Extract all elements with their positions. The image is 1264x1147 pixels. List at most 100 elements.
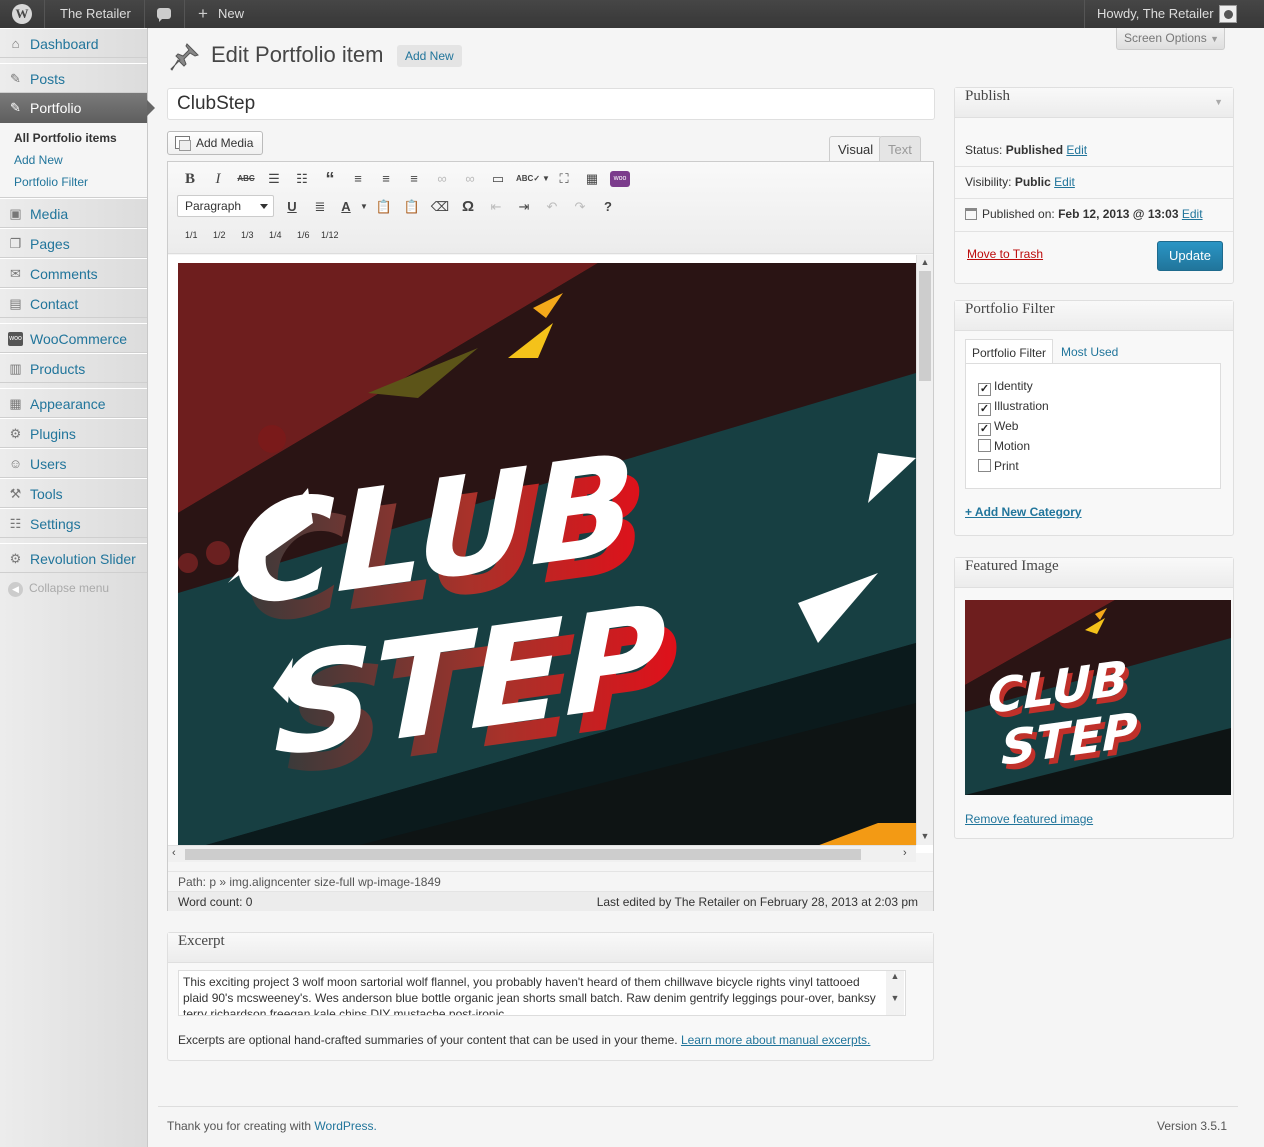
scroll-down-icon[interactable]: ▼ <box>920 831 930 843</box>
italic-icon[interactable]: I <box>208 169 228 189</box>
column-1-2-button[interactable]: 1/2 <box>213 230 226 240</box>
align-center-icon[interactable]: ≡ <box>376 169 396 189</box>
more-tag-icon[interactable]: ▭ <box>488 169 508 189</box>
column-1-4-button[interactable]: 1/4 <box>269 230 282 240</box>
tab-most-used[interactable]: Most Used <box>1055 339 1124 365</box>
woo-shortcode-icon[interactable]: woo <box>610 171 630 187</box>
spellcheck-icon[interactable]: ABC✓ <box>516 169 540 189</box>
sidebar-item-contact[interactable]: ▤ Contact <box>0 288 147 318</box>
redo-icon[interactable]: ↷ <box>570 197 590 217</box>
checkbox-checked[interactable]: ✓ <box>978 403 991 416</box>
align-left-icon[interactable]: ≡ <box>348 169 368 189</box>
chevron-down-icon[interactable]: ▼ <box>354 197 374 217</box>
category-identity[interactable]: ✓ Identity <box>978 379 1033 396</box>
column-1-12-button[interactable]: 1/12 <box>321 230 339 240</box>
format-select[interactable]: Paragraph <box>177 195 274 217</box>
scroll-up-icon[interactable]: ▲ <box>920 257 930 269</box>
move-to-trash-link[interactable]: Move to Trash <box>967 247 1043 261</box>
indent-icon[interactable]: ⇥ <box>514 197 534 217</box>
align-right-icon[interactable]: ≡ <box>404 169 424 189</box>
undo-icon[interactable]: ↶ <box>542 197 562 217</box>
edit-status-link[interactable]: Edit <box>1066 143 1087 157</box>
checkbox-unchecked[interactable] <box>978 459 991 472</box>
sidebar-item-plugins[interactable]: ⚙ Plugins <box>0 418 147 448</box>
sidebar-item-appearance[interactable]: ▦ Appearance <box>0 388 147 418</box>
sidebar-item-dashboard[interactable]: ⌂ Dashboard <box>0 28 147 58</box>
submenu-portfolio-filter[interactable]: Portfolio Filter <box>14 175 88 189</box>
sidebar-item-pages[interactable]: ❐ Pages <box>0 228 147 258</box>
sidebar-item-products[interactable]: ▥ Products <box>0 353 147 383</box>
screen-options-button[interactable]: Screen Options ▼ <box>1116 28 1225 50</box>
sidebar-item-comments[interactable]: ✉ Comments <box>0 258 147 288</box>
category-print[interactable]: Print <box>978 459 1019 473</box>
checkbox-checked[interactable]: ✓ <box>978 383 991 396</box>
clear-formatting-icon[interactable]: ⌫ <box>430 197 450 217</box>
excerpt-learn-more-link[interactable]: Learn more about manual excerpts. <box>681 1033 870 1047</box>
outdent-icon[interactable]: ⇤ <box>486 197 506 217</box>
new-content-link[interactable]: New <box>218 0 244 28</box>
unlink-icon[interactable]: ∞ <box>460 169 480 189</box>
tab-text[interactable]: Text <box>879 136 921 162</box>
sidebar-item-posts[interactable]: ✎ Posts <box>0 63 147 93</box>
wordpress-logo-icon[interactable]: W <box>12 4 32 24</box>
update-button[interactable]: Update <box>1157 241 1223 271</box>
paste-text-icon[interactable]: 📋 <box>374 197 394 217</box>
category-web[interactable]: ✓ Web <box>978 419 1018 436</box>
category-motion[interactable]: Motion <box>978 439 1030 453</box>
clubstep-artwork-image[interactable]: CLUB STEP CLUB STEP <box>178 263 916 853</box>
submenu-add-new[interactable]: Add New <box>14 153 63 167</box>
underline-icon[interactable]: U <box>282 197 302 217</box>
sidebar-item-settings[interactable]: ☷ Settings <box>0 508 147 538</box>
tab-all-categories[interactable]: Portfolio Filter <box>965 339 1054 365</box>
wordpress-link[interactable]: WordPress. <box>314 1119 376 1133</box>
sidebar-item-users[interactable]: ☺ Users <box>0 448 147 478</box>
column-1-1-button[interactable]: 1/1 <box>185 230 198 240</box>
sidebar-item-revolution-slider[interactable]: ⚙ Revolution Slider <box>0 543 147 573</box>
edit-date-link[interactable]: Edit <box>1182 207 1203 221</box>
excerpt-textarea[interactable]: This exciting project 3 wolf moon sartor… <box>178 970 906 1016</box>
editor-content-area[interactable]: CLUB STEP CLUB STEP ▲ ▼ ‹ › <box>168 255 933 862</box>
scrollbar-thumb[interactable] <box>185 849 861 860</box>
help-icon[interactable]: ? <box>598 197 618 217</box>
post-title-input[interactable]: ClubStep <box>167 88 935 120</box>
fullscreen-icon[interactable]: ⛶ <box>554 169 574 189</box>
account-greeting[interactable]: Howdy, The Retailer <box>1097 0 1214 28</box>
bullet-list-icon[interactable]: ☰ <box>264 169 284 189</box>
kitchen-sink-icon[interactable]: ▦ <box>582 169 602 189</box>
category-illustration[interactable]: ✓ Illustration <box>978 399 1049 416</box>
sidebar-item-woocommerce[interactable]: woo WooCommerce <box>0 323 147 353</box>
submenu-all-portfolio-items[interactable]: All Portfolio items <box>14 131 117 145</box>
excerpt-scrollbar[interactable]: ▲ ▼ <box>886 971 904 1015</box>
column-1-6-button[interactable]: 1/6 <box>297 230 310 240</box>
featured-image-thumbnail[interactable]: CLUB STEP CLUB STEP <box>965 600 1231 795</box>
sidebar-item-portfolio[interactable]: ✎ Portfolio <box>0 93 155 123</box>
editor-horizontal-scrollbar[interactable]: ‹ › <box>168 845 916 862</box>
avatar[interactable] <box>1219 5 1237 23</box>
collapse-menu[interactable]: ◀ Collapse menu <box>8 581 109 597</box>
scrollbar-thumb[interactable] <box>919 271 931 381</box>
toggle-arrow-icon[interactable]: ▼ <box>1214 97 1223 107</box>
checkbox-unchecked[interactable] <box>978 439 991 452</box>
add-new-button[interactable]: Add New <box>397 45 462 67</box>
justify-icon[interactable]: ≣ <box>310 197 330 217</box>
plus-icon[interactable]: + <box>198 0 208 28</box>
sidebar-item-media[interactable]: ▣ Media <box>0 198 147 228</box>
sidebar-item-tools[interactable]: ⚒ Tools <box>0 478 147 508</box>
blockquote-icon[interactable]: “ <box>320 169 340 189</box>
chevron-down-icon[interactable]: ▼ <box>536 169 556 189</box>
scroll-right-icon[interactable]: › <box>903 847 907 859</box>
strikethrough-icon[interactable]: ABC <box>236 169 256 189</box>
edit-visibility-link[interactable]: Edit <box>1054 175 1075 189</box>
checkbox-checked[interactable]: ✓ <box>978 423 991 436</box>
text-color-icon[interactable]: A <box>336 197 356 217</box>
scroll-left-icon[interactable]: ‹ <box>172 847 176 859</box>
add-media-button[interactable]: Add Media <box>167 131 263 155</box>
add-new-category-link[interactable]: + Add New Category <box>965 505 1082 519</box>
editor-vertical-scrollbar[interactable]: ▲ ▼ <box>916 255 933 845</box>
remove-featured-image-link[interactable]: Remove featured image <box>965 812 1093 826</box>
link-icon[interactable]: ∞ <box>432 169 452 189</box>
scroll-up-icon[interactable]: ▲ <box>886 971 904 981</box>
comments-icon[interactable] <box>157 8 171 22</box>
numbered-list-icon[interactable]: ☷ <box>292 169 312 189</box>
bold-icon[interactable]: B <box>180 169 200 189</box>
